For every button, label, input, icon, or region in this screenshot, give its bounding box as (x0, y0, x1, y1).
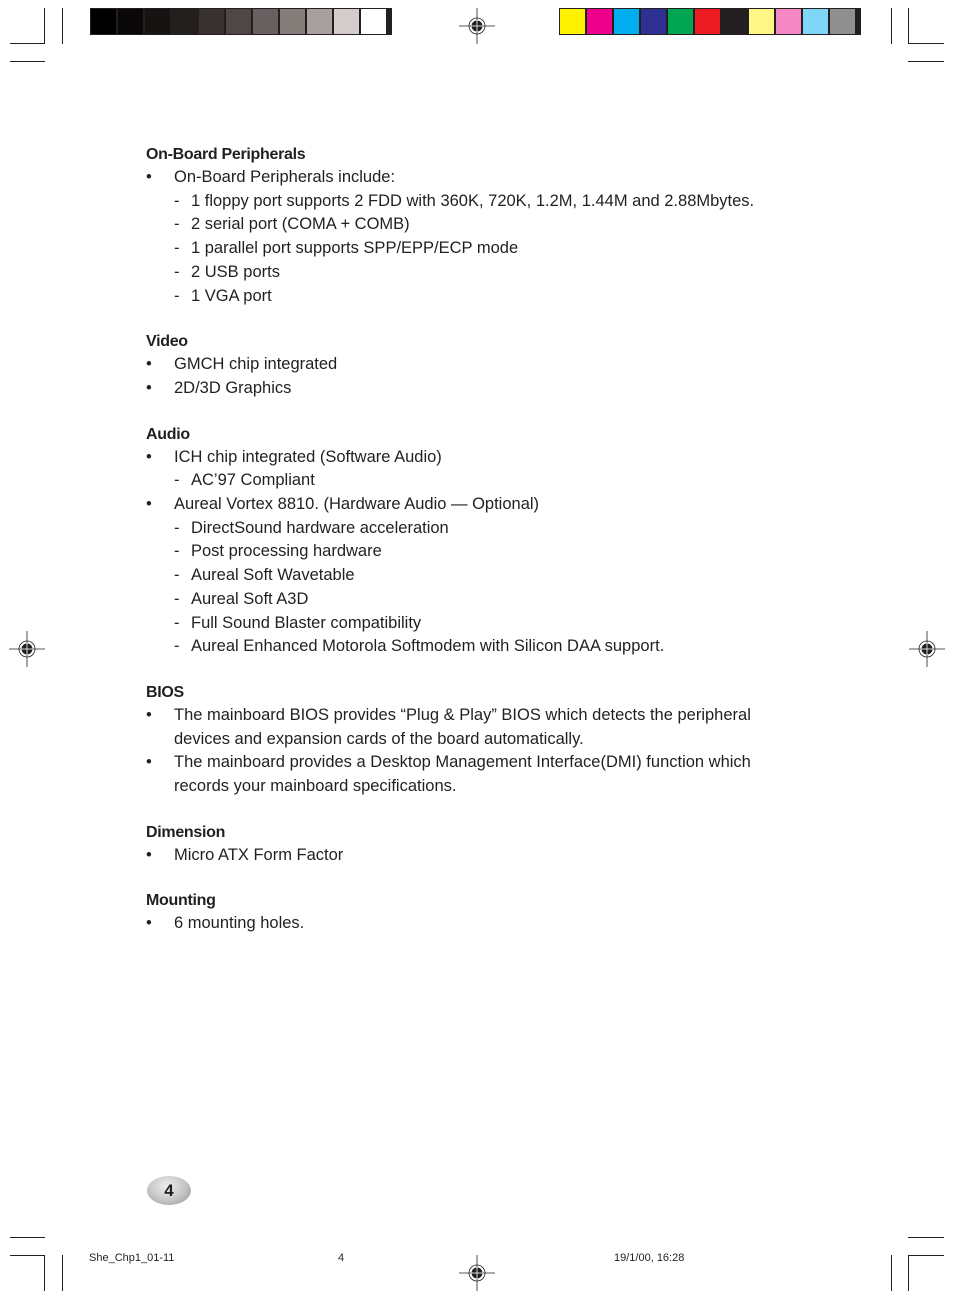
section-video: Video GMCH chip integrated 2D/3D Graphic… (146, 330, 779, 400)
grayscale-swatch (334, 9, 359, 34)
section-heading: On-Board Peripherals (146, 146, 306, 163)
sub-list-item: Aureal Enhanced Motorola Softmodem with … (146, 635, 779, 659)
list-item: Aureal Vortex 8810. (Hardware Audio — Op… (146, 493, 779, 517)
section-heading: Dimension (146, 823, 226, 841)
slug-filename: She_Chp1_01-11 (89, 1252, 175, 1264)
color-swatch (614, 9, 639, 34)
registration-mark-icon (459, 8, 495, 44)
section-bios: BIOS The mainboard BIOS provides “Plug &… (146, 681, 779, 799)
section-heading: BIOS (146, 683, 184, 701)
section-heading: Video (146, 333, 188, 351)
registration-mark-icon (459, 1255, 495, 1291)
section-dimension: Dimension Micro ATX Form Factor (146, 821, 779, 868)
section-mounting: Mounting 6 mounting holes. (146, 889, 779, 936)
list-item: Micro ATX Form Factor (146, 844, 779, 868)
sub-list-item: Aureal Soft Wavetable (146, 564, 779, 588)
registration-mark-icon (9, 631, 45, 667)
crop-mark (10, 43, 45, 44)
list-item: The mainboard provides a Desktop Managem… (146, 751, 779, 798)
registration-mark-icon (909, 631, 945, 667)
grayscale-swatch (145, 9, 170, 34)
color-bar (559, 8, 861, 35)
section-heading: Mounting (146, 892, 216, 910)
color-swatch (749, 9, 774, 34)
crop-mark (908, 1255, 944, 1256)
section-heading: Audio (146, 425, 190, 443)
crop-mark (908, 1255, 909, 1291)
crop-mark (891, 8, 892, 44)
sub-list-item: DirectSound hardware acceleration (146, 517, 779, 541)
list-item: ICH chip integrated (Software Audio) (146, 446, 779, 470)
grayscale-swatch (91, 9, 116, 34)
crop-mark (891, 1255, 892, 1291)
grayscale-swatch (253, 9, 278, 34)
sub-list-item: Full Sound Blaster compatibility (146, 612, 779, 636)
crop-mark (62, 8, 63, 44)
color-swatch (695, 9, 720, 34)
sub-list-item: 2 serial port (COMA + COMB) (146, 213, 779, 237)
grayscale-swatch (118, 9, 143, 34)
grayscale-swatch (226, 9, 251, 34)
crop-mark (10, 1237, 45, 1238)
color-swatch (587, 9, 612, 34)
section-audio: Audio ICH chip integrated (Software Audi… (146, 423, 779, 659)
sub-list-item: Post processing hardware (146, 540, 779, 564)
spec-content: On-Board Peripherals On-Board Peripheral… (146, 143, 779, 958)
page-number: 4 (164, 1180, 174, 1200)
sub-list-item: 1 floppy port supports 2 FDD with 360K, … (146, 190, 779, 214)
crop-mark (44, 1255, 45, 1291)
color-swatch (668, 9, 693, 34)
color-swatch (722, 9, 747, 34)
sub-list-item: AC’97 Compliant (146, 469, 779, 493)
grayscale-swatch (361, 9, 386, 34)
sub-list-item: 2 USB ports (146, 261, 779, 285)
sub-list-item: Aureal Soft A3D (146, 588, 779, 612)
color-swatch (560, 9, 585, 34)
crop-mark (10, 1255, 45, 1256)
crop-mark (908, 8, 909, 44)
color-swatch (641, 9, 666, 34)
list-item: 6 mounting holes. (146, 912, 779, 936)
grayscale-swatch (280, 9, 305, 34)
list-item: On-Board Peripherals include: (146, 166, 779, 190)
grayscale-bar (90, 8, 392, 35)
crop-mark (908, 1237, 944, 1238)
crop-mark (44, 8, 45, 44)
grayscale-swatch (199, 9, 224, 34)
color-swatch (803, 9, 828, 34)
color-swatch (776, 9, 801, 34)
crop-mark (62, 1255, 63, 1291)
list-item: The mainboard BIOS provides “Plug & Play… (146, 704, 779, 751)
crop-mark (908, 43, 944, 44)
grayscale-swatch (172, 9, 197, 34)
page-number-badge: 4 (147, 1176, 191, 1205)
grayscale-swatch (307, 9, 332, 34)
crop-mark (10, 61, 45, 62)
slug-datetime: 19/1/00, 16:28 (614, 1252, 685, 1264)
list-item: GMCH chip integrated (146, 353, 779, 377)
slug-page: 4 (338, 1252, 345, 1264)
list-item: 2D/3D Graphics (146, 377, 779, 401)
sub-list-item: 1 VGA port (146, 285, 779, 309)
section-onboard-peripherals: On-Board Peripherals On-Board Peripheral… (146, 143, 779, 308)
sub-list-item: 1 parallel port supports SPP/EPP/ECP mod… (146, 237, 779, 261)
color-swatch (830, 9, 855, 34)
crop-mark (908, 61, 944, 62)
